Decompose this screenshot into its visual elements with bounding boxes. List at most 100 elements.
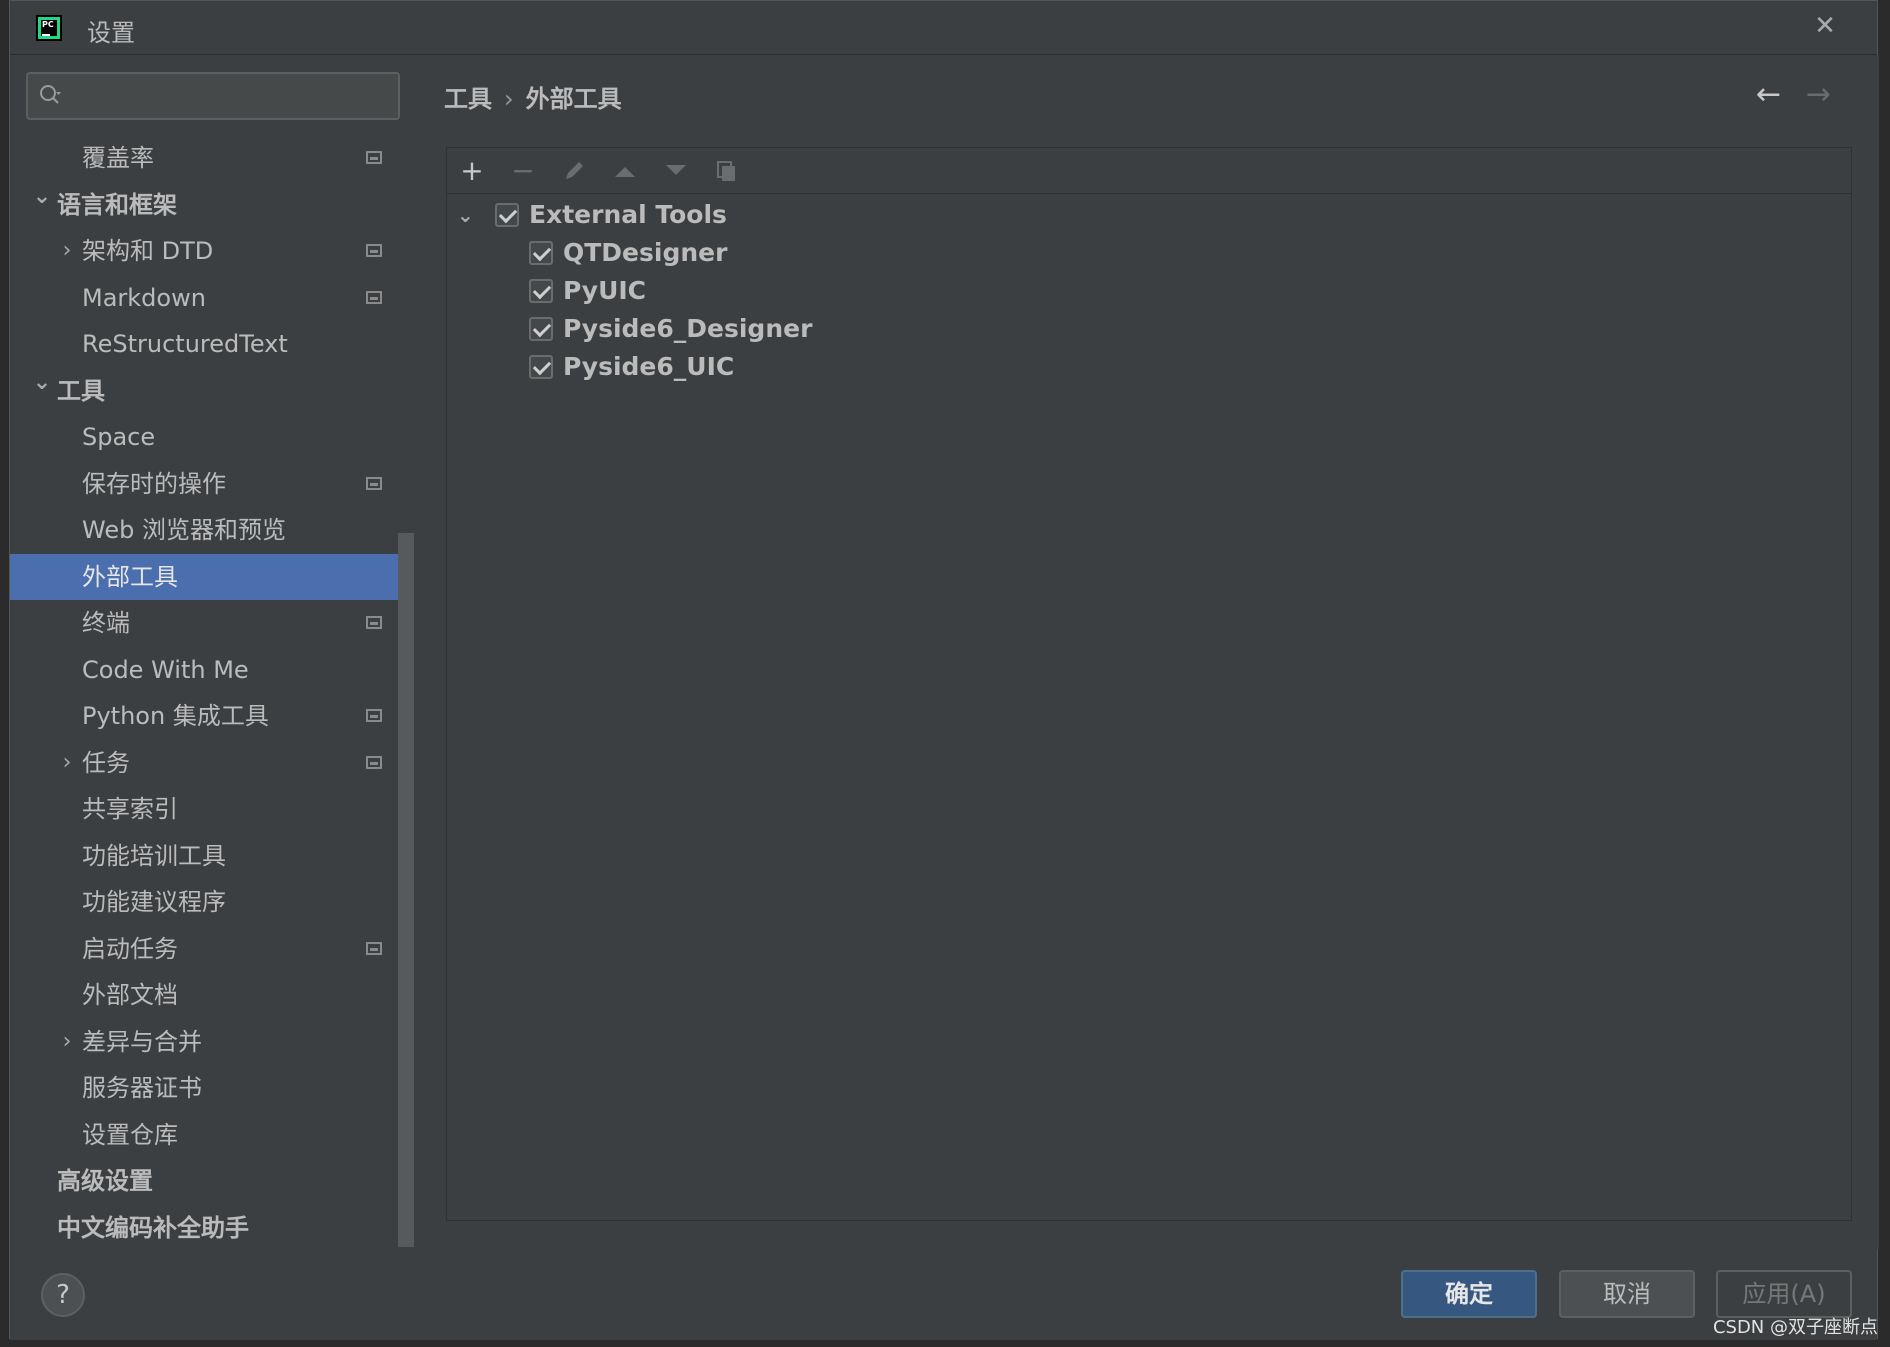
sidebar-item-label: 工具 <box>57 376 105 405</box>
move-up-icon[interactable] <box>610 156 640 186</box>
external-tools-tree: ⌄ External Tools QTDesigner PyUIC Pyside… <box>447 196 847 386</box>
sidebar-item-label: ReStructuredText <box>82 330 288 358</box>
sidebar-item[interactable]: Markdown <box>10 275 404 322</box>
help-button[interactable]: ? <box>41 1273 85 1317</box>
sidebar-item[interactable]: 外部文档 <box>10 972 404 1019</box>
sidebar-item-label: 差异与合并 <box>82 1027 202 1056</box>
sidebar-item[interactable]: 设置仓库 <box>10 1112 404 1159</box>
tool-checkbox[interactable] <box>529 317 553 341</box>
close-icon[interactable]: ✕ <box>1811 13 1839 41</box>
sidebar-scrollbar[interactable] <box>398 533 414 1247</box>
ok-button[interactable]: 确定 <box>1401 1270 1537 1318</box>
search-icon <box>40 85 61 104</box>
sidebar-item[interactable]: 共享索引 <box>10 786 404 833</box>
search-input[interactable] <box>26 72 400 120</box>
sidebar-item[interactable]: › 差异与合并 <box>10 1019 404 1066</box>
project-scope-icon <box>366 244 382 257</box>
breadcrumb-parent[interactable]: 工具 <box>444 85 492 113</box>
title-bar: PC 设置 ✕ <box>10 1 1877 55</box>
chevron-down-icon[interactable]: ⌄ <box>31 182 53 228</box>
chevron-right-icon[interactable]: › <box>56 740 78 786</box>
tool-label: PyUIC <box>563 276 647 305</box>
tool-group-label: External Tools <box>529 200 727 229</box>
sidebar-item-label: 高级设置 <box>57 1167 153 1195</box>
remove-icon[interactable]: − <box>508 156 538 186</box>
project-scope-icon <box>366 476 382 490</box>
project-scope-icon <box>366 290 382 304</box>
tool-row[interactable]: QTDesigner <box>447 234 847 272</box>
sidebar-item-label: Python 集成工具 <box>82 702 269 730</box>
tool-label: QTDesigner <box>563 238 728 267</box>
group-checkbox[interactable] <box>495 203 519 227</box>
chevron-down-icon[interactable]: ⌄ <box>31 368 53 414</box>
sidebar-item[interactable]: 中文编码补全助手 <box>10 1205 404 1252</box>
tool-checkbox[interactable] <box>529 355 553 379</box>
sidebar-item-label: 共享索引 <box>82 795 178 823</box>
sidebar-item-label: 中文编码补全助手 <box>57 1213 249 1242</box>
sidebar-item[interactable]: 功能培训工具 <box>10 833 404 880</box>
cancel-button[interactable]: 取消 <box>1559 1270 1695 1318</box>
sidebar-item[interactable]: › 任务 <box>10 740 404 787</box>
sidebar-item-label: 语言和框架 <box>57 190 177 219</box>
sidebar-item[interactable]: 覆盖率 <box>10 135 404 182</box>
sidebar-item[interactable]: 启动任务 <box>10 926 404 973</box>
tool-checkbox[interactable] <box>529 241 553 265</box>
breadcrumb: 工具 › 外部工具 <box>444 79 622 114</box>
tool-label: Pyside6_UIC <box>563 352 735 381</box>
sidebar-item-label: Space <box>82 423 156 451</box>
sidebar-item[interactable]: 服务器证书 <box>10 1065 404 1112</box>
sidebar-item[interactable]: 外部工具 <box>10 553 404 600</box>
project-scope-icon <box>366 941 382 955</box>
copy-icon[interactable] <box>712 156 742 186</box>
sidebar-item-label: 设置仓库 <box>82 1120 178 1149</box>
edit-icon[interactable] <box>559 156 589 186</box>
tool-row[interactable]: Pyside6_Designer <box>447 310 847 348</box>
move-down-icon[interactable] <box>661 156 691 186</box>
tool-group-row[interactable]: ⌄ External Tools <box>447 196 847 234</box>
sidebar-item[interactable]: Web 浏览器和预览 <box>10 507 404 554</box>
project-scope-icon <box>366 151 382 164</box>
sidebar-item[interactable]: ⌄ 工具 <box>10 368 404 415</box>
breadcrumb-separator: › <box>504 85 514 113</box>
sidebar-item[interactable]: ReStructuredText <box>10 321 404 368</box>
sidebar-item[interactable]: 保存时的操作 <box>10 461 404 508</box>
sidebar-item-label: 终端 <box>82 609 130 637</box>
sidebar-item-label: Code With Me <box>82 655 249 684</box>
sidebar-item-label: 服务器证书 <box>82 1074 202 1102</box>
forward-arrow-icon[interactable]: → <box>1806 77 1831 112</box>
sidebar-item-label: 功能培训工具 <box>82 841 226 870</box>
sidebar-item[interactable]: Space <box>10 414 404 461</box>
sidebar-item-label: 外部工具 <box>82 562 178 591</box>
tool-row[interactable]: Pyside6_UIC <box>447 348 847 386</box>
chevron-right-icon[interactable]: › <box>56 228 78 274</box>
pycharm-logo-icon: PC <box>36 15 62 41</box>
sidebar-item[interactable]: › 架构和 DTD <box>10 228 404 275</box>
add-icon[interactable]: + <box>457 156 487 186</box>
main-content: 工具 › 外部工具 ← → + − ⌄ External Tools QTDes… <box>414 55 1879 1249</box>
dialog-footer: ? 确定 取消 应用(A) <box>10 1249 1877 1340</box>
sidebar-item[interactable]: Python 集成工具 <box>10 693 404 740</box>
breadcrumb-current: 外部工具 <box>525 85 622 113</box>
sidebar-item-label: 任务 <box>82 748 130 777</box>
sidebar-item-label: Markdown <box>82 283 206 312</box>
tool-checkbox[interactable] <box>529 279 553 303</box>
tool-row[interactable]: PyUIC <box>447 272 847 310</box>
sidebar-item-label: 架构和 DTD <box>82 237 214 265</box>
chevron-right-icon[interactable]: › <box>56 1019 78 1065</box>
sidebar-item[interactable]: Code With Me <box>10 647 404 694</box>
settings-tree: 覆盖率 ⌄ 语言和框架 › 架构和 DTD Markdown ReStructuredTex… <box>10 135 404 1251</box>
back-arrow-icon[interactable]: ← <box>1756 77 1781 112</box>
external-tools-panel: + − ⌄ External Tools QTDesigner PyUIC Py… <box>446 147 1852 1221</box>
sidebar-item[interactable]: 高级设置 <box>10 1158 404 1205</box>
sidebar-item[interactable]: ⌄ 语言和框架 <box>10 182 404 229</box>
chevron-down-icon[interactable]: ⌄ <box>457 196 474 234</box>
sidebar-item[interactable]: 功能建议程序 <box>10 879 404 926</box>
window-title: 设置 <box>87 19 135 47</box>
apply-button[interactable]: 应用(A) <box>1716 1270 1852 1318</box>
settings-sidebar: 覆盖率 ⌄ 语言和框架 › 架构和 DTD Markdown ReStructuredTex… <box>10 55 414 1249</box>
tool-label: Pyside6_Designer <box>563 314 813 343</box>
tools-toolbar: + − <box>447 148 1851 194</box>
sidebar-item-label: 功能建议程序 <box>82 888 226 916</box>
sidebar-item-label: 保存时的操作 <box>82 469 226 498</box>
sidebar-item[interactable]: 终端 <box>10 600 404 647</box>
